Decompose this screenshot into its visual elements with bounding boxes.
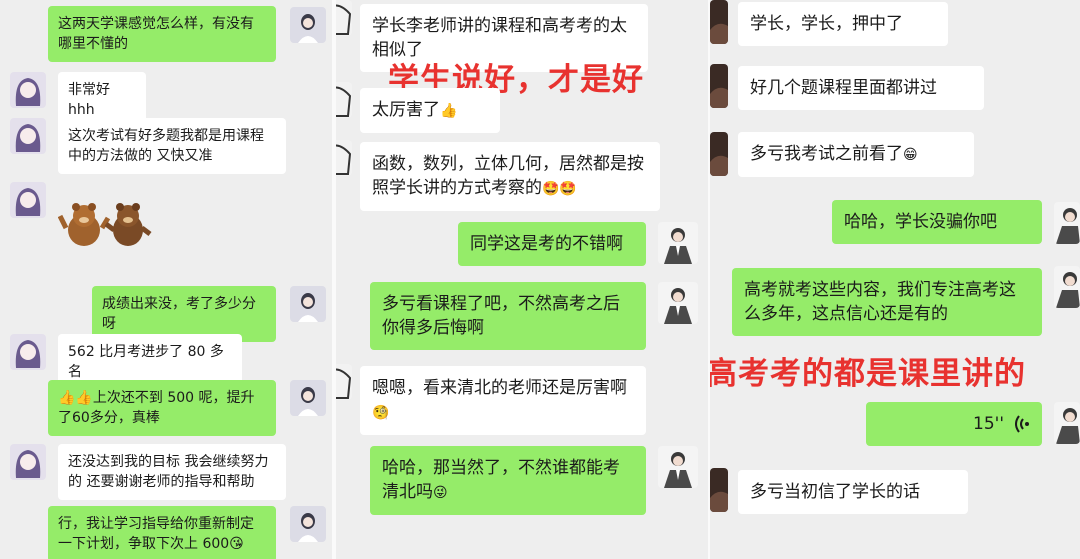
- student-avatar-icon: [10, 444, 46, 480]
- student-avatar[interactable]: [336, 0, 352, 36]
- dark-avatar-icon: [710, 64, 728, 108]
- student-avatar[interactable]: [710, 132, 728, 176]
- message-text: 嗯嗯，看来清北的老师还是厉害啊: [372, 378, 627, 398]
- message-text: 函数，数列，立体几何，居然都是按照学长讲的方式考察的: [372, 154, 644, 198]
- student-avatar-icon: [10, 334, 46, 370]
- suit-avatar-icon: [658, 282, 698, 324]
- message-text: 行，我让学习指导给你重新制定一下计划，争取下次上 600: [58, 516, 254, 552]
- suit-avatar-icon: [1054, 202, 1080, 244]
- sent-bubble[interactable]: 👍👍上次还不到 500 呢，提升了60多分，真棒: [48, 380, 276, 436]
- received-bubble[interactable]: 好几个题课程里面都讲过: [738, 66, 984, 110]
- message-text: 这次考试有好多题我都是用课程中的方法做的 又快又准: [68, 128, 264, 164]
- student-avatar-icon: [10, 182, 46, 218]
- sent-bubble[interactable]: 哈哈，那当然了，不然谁都能考清北吗😜: [370, 446, 646, 515]
- message-text: 多亏我考试之前看了: [750, 144, 903, 164]
- thumbs-up-emoji-icon: 👍👍: [58, 390, 93, 406]
- student-avatar[interactable]: [710, 64, 728, 108]
- message-text: 成绩出来没，考了多少分呀: [102, 296, 256, 332]
- teacher-avatar-icon: [290, 7, 326, 43]
- student-avatar-icon: [10, 118, 46, 154]
- teacher-avatar[interactable]: [290, 286, 326, 322]
- sketch-avatar-icon: [336, 82, 352, 118]
- sent-bubble[interactable]: 哈哈，学长没骗你吧: [832, 200, 1042, 244]
- thinking-emoji-icon: 🧐: [372, 405, 390, 421]
- voice-duration: 15'': [973, 414, 1004, 434]
- teacher-avatar[interactable]: [290, 506, 326, 542]
- screenshot-collage: 这两天学课感觉怎么样，有没有哪里不懂的 非常好 hhh 这次考试有好多题我都是用…: [0, 0, 1080, 559]
- student-avatar[interactable]: [710, 468, 728, 512]
- message-text: 哈哈，学长没骗你吧: [844, 212, 997, 232]
- message-text: 还没达到我的目标 我会继续努力的 还要谢谢老师的指导和帮助: [68, 454, 269, 490]
- student-avatar[interactable]: [336, 140, 352, 176]
- student-avatar[interactable]: [10, 444, 46, 480]
- teacher-avatar[interactable]: [658, 446, 698, 488]
- teacher-avatar-icon: [290, 506, 326, 542]
- suit-avatar-icon: [1054, 402, 1080, 444]
- dark-avatar-icon: [710, 0, 728, 44]
- teacher-avatar[interactable]: [290, 380, 326, 416]
- star-eyes-emoji-icon: 🤩🤩: [542, 181, 577, 197]
- sent-bubble[interactable]: 高考就考这些内容，我们专注高考这么多年，这点信心还是有的: [732, 268, 1042, 336]
- received-bubble[interactable]: 这次考试有好多题我都是用课程中的方法做的 又快又准: [58, 118, 286, 174]
- sketch-avatar-icon: [336, 0, 352, 36]
- student-avatar[interactable]: [336, 82, 352, 118]
- teacher-avatar[interactable]: [290, 7, 326, 43]
- received-bubble[interactable]: 函数，数列，立体几何，居然都是按照学长讲的方式考察的🤩🤩: [360, 142, 660, 211]
- student-avatar[interactable]: [10, 182, 46, 218]
- message-text: 高考就考这些内容，我们专注高考这么多年，这点信心还是有的: [744, 280, 1016, 324]
- chat-panel-1[interactable]: 这两天学课感觉怎么样，有没有哪里不懂的 非常好 hhh 这次考试有好多题我都是用…: [0, 0, 332, 559]
- sent-bubble[interactable]: 行，我让学习指导给你重新制定一下计划，争取下次上 600😘: [48, 506, 276, 559]
- teacher-avatar[interactable]: [658, 222, 698, 264]
- message-text: 哈哈，那当然了，不然谁都能考清北吗: [382, 458, 620, 502]
- dark-avatar-icon: [710, 132, 728, 176]
- sent-bubble[interactable]: 多亏看课程了吧，不然高考之后你得多后悔啊: [370, 282, 646, 350]
- dark-avatar-icon: [710, 468, 728, 512]
- message-text: 学长，学长，押中了: [750, 14, 903, 34]
- bear-sticker-icon[interactable]: [58, 198, 154, 254]
- received-bubble[interactable]: 还没达到我的目标 我会继续努力的 还要谢谢老师的指导和帮助: [58, 444, 286, 500]
- received-bubble[interactable]: 学长，学长，押中了: [738, 2, 948, 46]
- grin-emoji-icon: 😁: [903, 147, 918, 163]
- teacher-avatar-icon: [290, 286, 326, 322]
- message-text: 562 比月考进步了 80 多名: [68, 344, 224, 380]
- received-bubble[interactable]: 多亏当初信了学长的话: [738, 470, 968, 514]
- teacher-avatar[interactable]: [658, 282, 698, 324]
- message-text: 同学这是考的不错啊: [470, 234, 623, 254]
- student-avatar[interactable]: [10, 72, 46, 108]
- sent-bubble[interactable]: 这两天学课感觉怎么样，有没有哪里不懂的: [48, 6, 276, 62]
- suit-avatar-icon: [658, 446, 698, 488]
- message-text: 非常好 hhh: [68, 82, 110, 118]
- student-avatar-icon: [10, 72, 46, 108]
- chat-panel-2[interactable]: 学长李老师讲的课程和高考考的太相似了 学生说好，才是好 太厉害了👍 函数，数列，…: [336, 0, 708, 559]
- thumbs-up-emoji-icon: 👍: [440, 103, 458, 119]
- sent-bubble[interactable]: 同学这是考的不错啊: [458, 222, 646, 266]
- message-text: 这两天学课感觉怎么样，有没有哪里不懂的: [58, 16, 254, 52]
- student-avatar[interactable]: [10, 334, 46, 370]
- chat-panel-3[interactable]: 学长，学长，押中了 好几个题课程里面都讲过 多亏我考试之前看了😁 哈哈，学长没骗…: [710, 0, 1080, 559]
- suit-avatar-icon: [658, 222, 698, 264]
- suit-avatar-icon: [1054, 266, 1080, 308]
- message-text: 好几个题课程里面都讲过: [750, 78, 937, 98]
- message-text: 太厉害了: [372, 100, 440, 120]
- received-bubble[interactable]: 太厉害了👍: [360, 88, 500, 133]
- student-avatar[interactable]: [710, 0, 728, 44]
- voice-message-bubble[interactable]: 15'': [866, 402, 1042, 446]
- received-bubble[interactable]: 嗯嗯，看来清北的老师还是厉害啊 🧐: [360, 366, 646, 435]
- teacher-avatar[interactable]: [1054, 402, 1080, 444]
- sketch-avatar-icon: [336, 140, 352, 176]
- teacher-avatar[interactable]: [1054, 202, 1080, 244]
- wink-emoji-icon: 😜: [433, 485, 448, 501]
- grin-emoji-icon: 😘: [229, 536, 244, 552]
- teacher-avatar-icon: [290, 380, 326, 416]
- teacher-avatar[interactable]: [1054, 266, 1080, 308]
- caption-banner: 高考考的都是课里讲的: [710, 356, 1026, 392]
- message-text: 多亏当初信了学长的话: [750, 482, 920, 502]
- student-avatar[interactable]: [336, 364, 352, 400]
- student-avatar[interactable]: [10, 118, 46, 154]
- received-bubble[interactable]: 多亏我考试之前看了😁: [738, 132, 974, 177]
- sketch-avatar-icon: [336, 364, 352, 400]
- message-text: 多亏看课程了吧，不然高考之后你得多后悔啊: [382, 294, 620, 338]
- voice-wave-icon: [1015, 415, 1029, 433]
